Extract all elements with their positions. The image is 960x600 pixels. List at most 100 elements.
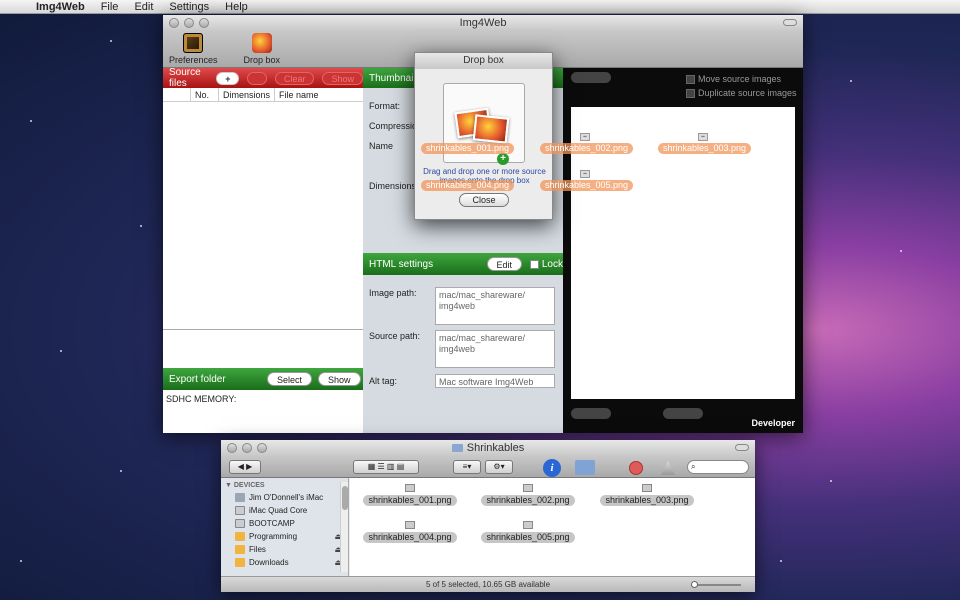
sidebar-item-device[interactable]: Files ⏏ bbox=[221, 543, 348, 556]
move-source-option[interactable]: Move source images bbox=[686, 74, 782, 85]
png-file-icon bbox=[523, 521, 533, 529]
arrange-button[interactable]: ≡▾ bbox=[453, 460, 481, 474]
disk-icon bbox=[235, 506, 245, 515]
remove-source-button[interactable] bbox=[247, 71, 267, 85]
developer-label: Developer bbox=[751, 418, 795, 428]
edit-html-button[interactable]: Edit bbox=[486, 257, 523, 271]
file-name: shrinkables_002.png bbox=[481, 495, 575, 506]
preferences-button[interactable]: Preferences bbox=[169, 33, 218, 67]
thumbnail-title: Thumbnail bbox=[369, 72, 416, 84]
file-item[interactable]: shrinkables_001.png bbox=[350, 484, 470, 506]
file-icon: ▪▪ bbox=[698, 133, 708, 141]
dimensions-label: Dimensions bbox=[369, 181, 417, 191]
source-files-table-header: No. Dimensions File name bbox=[163, 88, 363, 102]
device-name: Downloads bbox=[249, 558, 289, 567]
sidebar-item-device[interactable]: Jim O'Donnell's iMac bbox=[221, 491, 348, 504]
add-source-button[interactable]: + bbox=[216, 71, 240, 85]
drop-box-titlebar[interactable]: Drop box bbox=[415, 53, 552, 69]
no-entry-icon[interactable] bbox=[629, 461, 643, 475]
file-item[interactable]: shrinkables_005.png bbox=[468, 521, 588, 543]
preferences-icon bbox=[183, 33, 204, 53]
file-name: shrinkables_001.png bbox=[363, 495, 457, 506]
file-item[interactable]: shrinkables_003.png bbox=[587, 484, 707, 506]
disabled-pill-button[interactable] bbox=[571, 408, 611, 419]
star bbox=[120, 470, 122, 472]
finder-sidebar: ▼ DEVICES Jim O'Donnell's iMac iMac Quad… bbox=[221, 478, 349, 576]
finder-window: Shrinkables ◀ ▶ ▦ ☰ ▥ ▤ ≡▾ ⚙▾ i ⌕ ▼ DEVI… bbox=[221, 440, 755, 592]
close-window-button[interactable] bbox=[169, 18, 179, 28]
burn-icon[interactable] bbox=[661, 461, 675, 475]
finder-close-button[interactable] bbox=[227, 443, 237, 453]
duplicate-source-checkbox[interactable] bbox=[686, 89, 695, 99]
disk-icon bbox=[235, 519, 245, 528]
col-dimensions[interactable]: Dimensions bbox=[219, 88, 275, 101]
menu-edit[interactable]: Edit bbox=[126, 0, 161, 14]
sidebar-item-device[interactable]: iMac Quad Core bbox=[221, 504, 348, 517]
drop-box-window: Drop box + Drag and drop one or more sou… bbox=[414, 52, 553, 220]
search-icon: ⌕ bbox=[691, 462, 696, 471]
action-gear-button[interactable]: ⚙▾ bbox=[485, 460, 513, 474]
col-blank bbox=[163, 88, 191, 101]
star bbox=[20, 560, 22, 562]
finder-minimize-button[interactable] bbox=[242, 443, 252, 453]
finder-zoom-button[interactable] bbox=[257, 443, 267, 453]
new-folder-icon[interactable] bbox=[575, 460, 595, 475]
menu-app-name[interactable]: Img4Web bbox=[28, 0, 93, 14]
photos-icon bbox=[454, 106, 512, 144]
icon-size-slider[interactable] bbox=[691, 581, 741, 588]
finder-file-area[interactable]: shrinkables_001.png shrinkables_002.png … bbox=[350, 478, 755, 576]
scrollbar-thumb[interactable] bbox=[342, 486, 348, 510]
folder-icon bbox=[235, 545, 245, 554]
sidebar-item-device[interactable]: Programming ⏏ bbox=[221, 530, 348, 543]
dropbox-button[interactable]: Drop box bbox=[244, 33, 280, 67]
file-item[interactable]: shrinkables_002.png bbox=[468, 484, 588, 506]
file-icon: ▪▪ bbox=[580, 133, 590, 141]
menu-help[interactable]: Help bbox=[217, 0, 256, 14]
main-window-titlebar[interactable]: Img4Web bbox=[163, 15, 803, 31]
view-mode-buttons[interactable]: ▦ ☰ ▥ ▤ bbox=[353, 460, 419, 474]
alt-tag-field[interactable]: Mac software Img4Web bbox=[435, 374, 555, 388]
select-export-button[interactable]: Select bbox=[267, 372, 313, 386]
folder-icon bbox=[235, 558, 245, 567]
menu-settings[interactable]: Settings bbox=[161, 0, 217, 14]
toolbar-toggle-button[interactable] bbox=[783, 19, 797, 26]
finder-titlebar[interactable]: Shrinkables bbox=[221, 440, 755, 456]
back-forward-buttons[interactable]: ◀ ▶ bbox=[229, 460, 261, 474]
duplicate-source-label: Duplicate source images bbox=[698, 88, 797, 98]
dragged-file-label: shrinkables_005.png bbox=[540, 180, 634, 191]
drop-box-close-button[interactable]: Close bbox=[459, 193, 509, 207]
menu-file[interactable]: File bbox=[93, 0, 127, 14]
disabled-pill-button[interactable] bbox=[663, 408, 703, 419]
copy-badge-icon: + bbox=[497, 153, 509, 165]
disabled-pill-button[interactable] bbox=[571, 72, 611, 83]
duplicate-source-option[interactable]: Duplicate source images bbox=[686, 88, 797, 99]
move-source-checkbox[interactable] bbox=[686, 75, 695, 85]
file-item[interactable]: shrinkables_004.png bbox=[350, 521, 470, 543]
finder-toolbar-toggle[interactable] bbox=[735, 444, 749, 451]
devices-header[interactable]: ▼ DEVICES bbox=[221, 478, 348, 491]
devices-header-label: DEVICES bbox=[233, 482, 265, 489]
sidebar-scrollbar[interactable] bbox=[340, 482, 348, 572]
slider-thumb[interactable] bbox=[691, 581, 698, 588]
export-folder-header: Export folder Select Show bbox=[163, 368, 363, 390]
show-source-button[interactable]: Show bbox=[322, 71, 363, 85]
source-path-field[interactable]: mac/mac_shareware/ img4web bbox=[435, 330, 555, 368]
minimize-window-button[interactable] bbox=[184, 18, 194, 28]
finder-search-field[interactable]: ⌕ bbox=[687, 460, 749, 474]
star bbox=[830, 480, 832, 482]
file-name: shrinkables_005.png bbox=[481, 532, 575, 543]
device-name: Files bbox=[249, 545, 266, 554]
alt-tag-label: Alt tag: bbox=[369, 376, 398, 386]
sidebar-item-device[interactable]: BOOTCAMP bbox=[221, 517, 348, 530]
col-filename[interactable]: File name bbox=[275, 88, 363, 101]
get-info-icon[interactable]: i bbox=[543, 459, 561, 477]
source-files-list[interactable] bbox=[163, 102, 363, 330]
col-no[interactable]: No. bbox=[191, 88, 219, 101]
show-export-button[interactable]: Show bbox=[318, 372, 361, 386]
move-source-label: Move source images bbox=[698, 74, 782, 84]
lock-checkbox[interactable] bbox=[530, 259, 539, 269]
clear-source-button[interactable]: Clear bbox=[274, 71, 315, 85]
image-path-field[interactable]: mac/mac_shareware/ img4web bbox=[435, 287, 555, 325]
sidebar-item-device[interactable]: Downloads ⏏ bbox=[221, 556, 348, 569]
zoom-window-button[interactable] bbox=[199, 18, 209, 28]
